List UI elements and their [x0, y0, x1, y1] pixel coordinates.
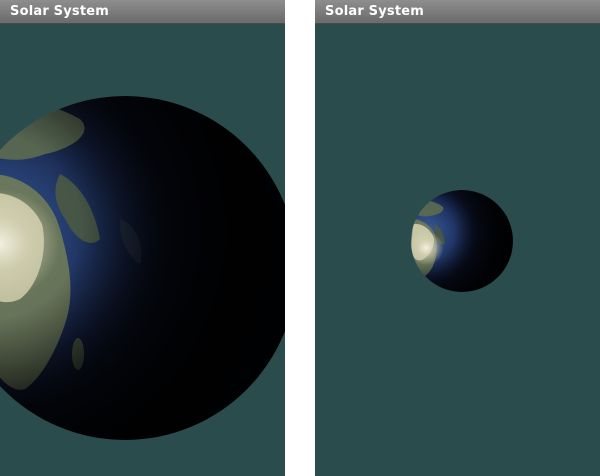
- gl-viewport[interactable]: [315, 24, 600, 476]
- app-title: Solar System: [10, 4, 110, 19]
- gl-viewport[interactable]: [0, 24, 285, 476]
- title-bar: Solar System: [315, 0, 600, 24]
- earth-sphere: [0, 96, 285, 440]
- app-window-zoomed: Solar System: [0, 0, 285, 476]
- earth-render: [411, 190, 513, 292]
- earth-sphere: [411, 190, 513, 292]
- earth-render: [0, 96, 285, 440]
- app-title: Solar System: [325, 4, 425, 19]
- title-bar: Solar System: [0, 0, 285, 24]
- app-window-normal: Solar System: [315, 0, 600, 476]
